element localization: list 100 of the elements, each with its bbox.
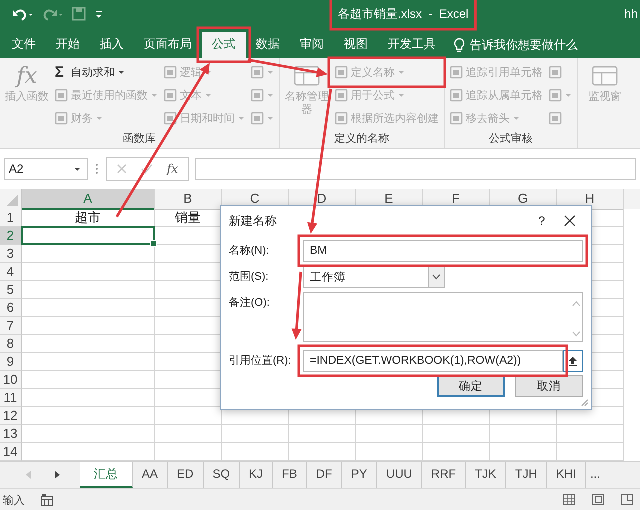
check-icon	[141, 164, 153, 174]
caret-icon	[267, 70, 274, 75]
ribbon-button[interactable]: Σ 自动求和	[53, 62, 160, 83]
cancel-button[interactable]	[117, 164, 127, 174]
input-field[interactable]: BM	[303, 240, 583, 262]
caret-icon	[267, 93, 274, 98]
chevron-down-icon	[432, 274, 441, 280]
tile-icon	[164, 89, 177, 102]
tile-icon	[549, 89, 562, 102]
dialog-title: 新建名称	[229, 212, 278, 230]
column-header[interactable]: A	[22, 189, 155, 210]
ribbon-tab[interactable]: 开发工具	[378, 32, 446, 58]
formula-input[interactable]	[195, 158, 636, 180]
comment-field[interactable]	[303, 292, 583, 342]
ribbon-tab[interactable]: 数据	[246, 32, 290, 58]
tile-icon	[549, 66, 562, 79]
row-header[interactable]: 11	[0, 389, 22, 407]
row-header[interactable]: 2	[0, 227, 22, 245]
page-view-icon	[592, 494, 605, 506]
dropdown-field[interactable]: 工作簿	[303, 266, 445, 288]
caret-icon	[398, 70, 405, 75]
row-header[interactable]: 1	[0, 209, 22, 227]
upload-arrow-icon	[568, 356, 578, 366]
tile-icon	[164, 112, 177, 125]
ribbon-tab[interactable]: 视图	[334, 32, 378, 58]
save-icon	[72, 7, 86, 21]
caret-icon	[565, 93, 572, 98]
more-sheets-button[interactable]: ...	[586, 462, 600, 488]
table-cell	[289, 425, 356, 443]
row-header[interactable]: 6	[0, 299, 22, 317]
active-cell[interactable]	[21, 226, 155, 245]
table-cell	[222, 425, 289, 443]
tile-icon	[549, 112, 562, 125]
reference-field[interactable]: =INDEX(GET.WORKBOOK(1),ROW(A2))	[303, 350, 563, 372]
row-header[interactable]: 14	[0, 443, 22, 461]
fill-handle[interactable]	[150, 240, 157, 247]
table-cell	[423, 425, 490, 443]
tile-icon	[55, 112, 68, 125]
ribbon-tab[interactable]: 审阅	[290, 32, 334, 58]
tile-icon	[450, 112, 463, 125]
ribbon-tab[interactable]: 公式	[202, 32, 246, 58]
tile-icon	[55, 89, 68, 102]
caret-icon	[151, 93, 158, 98]
cross-icon	[117, 164, 127, 174]
insert-function-button[interactable]: fx	[167, 162, 178, 176]
name-box[interactable]: A2	[4, 158, 88, 180]
ribbon-tab[interactable]: 文件	[2, 32, 46, 58]
tile-icon	[164, 66, 177, 79]
tile-icon	[335, 89, 348, 102]
undo-icon	[12, 7, 34, 21]
caret-icon	[205, 93, 212, 98]
table-cell	[557, 425, 624, 443]
scroll-right-icon	[52, 470, 62, 480]
grid-view-icon	[563, 494, 576, 506]
table-cell	[490, 425, 557, 443]
table-cell	[155, 425, 222, 443]
field-label: 名称(N):	[229, 244, 270, 259]
row-header[interactable]: 13	[0, 425, 22, 443]
row-header[interactable]: 3	[0, 245, 22, 263]
row-header[interactable]: 8	[0, 335, 22, 353]
enter-button[interactable]	[141, 164, 153, 174]
ribbon-tab[interactable]: 开始	[46, 32, 90, 58]
collapse-button[interactable]	[563, 350, 583, 372]
caret-icon	[118, 70, 125, 75]
redo-icon	[42, 7, 64, 21]
row-header[interactable]: 9	[0, 353, 22, 371]
ribbon-tab[interactable]: 页面布局	[134, 32, 202, 58]
arrow	[292, 272, 302, 340]
tile-icon	[251, 66, 264, 79]
function-icon: fx	[16, 64, 38, 90]
caret-icon	[267, 116, 274, 121]
row-header[interactable]: 4	[0, 263, 22, 281]
field-label: 范围(S):	[229, 270, 270, 285]
group-label: 函数库	[122, 132, 157, 147]
user-name: hh	[624, 7, 639, 21]
resize-grip-icon	[581, 399, 589, 407]
group-label: 定义的名称	[334, 132, 390, 147]
tile-icon	[450, 89, 463, 102]
tile-icon	[251, 112, 264, 125]
ribbon-tab[interactable]: 插入	[90, 32, 134, 58]
row-header[interactable]: 5	[0, 281, 22, 299]
tile-icon	[450, 66, 463, 79]
tile-icon	[335, 112, 348, 125]
row-header[interactable]: 7	[0, 317, 22, 335]
sheet-tab[interactable]: 汇总	[80, 462, 133, 488]
caret-icon	[74, 166, 81, 172]
window-title: 各超市销量.xlsx - Excel	[338, 6, 469, 22]
grip-icon	[94, 162, 100, 176]
tell-me-search[interactable]: 告诉我你想要做什么	[446, 32, 582, 58]
caret-icon	[238, 116, 245, 121]
page-break-icon	[621, 494, 634, 506]
group-label: 公式审核	[488, 132, 534, 147]
caret-icon	[96, 116, 103, 121]
lightbulb-icon	[454, 38, 465, 52]
tile-icon	[251, 89, 264, 102]
highlight-frame	[196, 26, 252, 64]
row-header[interactable]: 10	[0, 371, 22, 389]
row-header[interactable]: 12	[0, 407, 22, 425]
help-button[interactable]: ?	[527, 214, 557, 228]
table-cell	[356, 425, 423, 443]
